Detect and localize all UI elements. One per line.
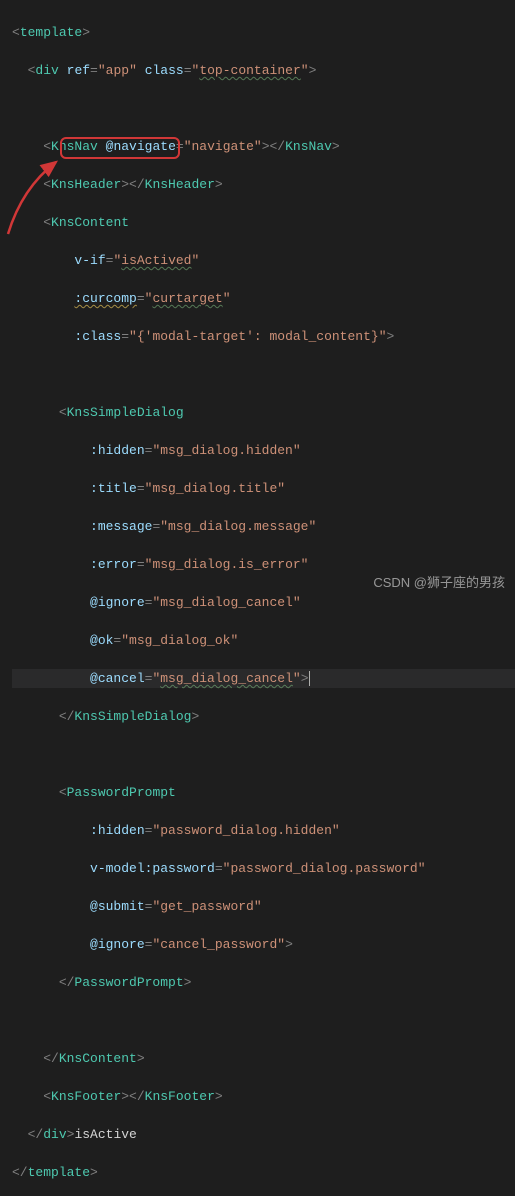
code-line: @ok="msg_dialog_ok" bbox=[12, 631, 515, 650]
code-line: <KnsHeader></KnsHeader> bbox=[12, 175, 515, 194]
code-line: :error="msg_dialog.is_error" bbox=[12, 555, 515, 574]
code-line: </KnsContent> bbox=[12, 1049, 515, 1068]
code-line: <PasswordPrompt bbox=[12, 783, 515, 802]
code-line: :message="msg_dialog.message" bbox=[12, 517, 515, 536]
code-line: @ignore="cancel_password"> bbox=[12, 935, 515, 954]
code-line bbox=[12, 365, 515, 384]
code-line: v-model:password="password_dialog.passwo… bbox=[12, 859, 515, 878]
code-line: :hidden="password_dialog.hidden" bbox=[12, 821, 515, 840]
code-line: </div>isActive bbox=[12, 1125, 515, 1144]
code-line: <KnsSimpleDialog bbox=[12, 403, 515, 422]
code-line: </KnsSimpleDialog> bbox=[12, 707, 515, 726]
text-cursor bbox=[309, 671, 310, 686]
code-line: <template> bbox=[12, 23, 515, 42]
code-line: <KnsContent bbox=[12, 213, 515, 232]
code-line: <KnsFooter></KnsFooter> bbox=[12, 1087, 515, 1106]
code-line: <div ref="app" class="top-container"> bbox=[12, 61, 515, 80]
code-line bbox=[12, 1011, 515, 1030]
code-line: :hidden="msg_dialog.hidden" bbox=[12, 441, 515, 460]
code-line: </PasswordPrompt> bbox=[12, 973, 515, 992]
code-line-highlighted: @cancel="msg_dialog_cancel"> bbox=[12, 669, 515, 688]
code-line bbox=[12, 99, 515, 118]
code-line: :class="{'modal-target': modal_content}"… bbox=[12, 327, 515, 346]
code-line: @submit="get_password" bbox=[12, 897, 515, 916]
code-line: @ignore="msg_dialog_cancel" bbox=[12, 593, 515, 612]
code-line bbox=[12, 745, 515, 764]
code-editor[interactable]: <template> <div ref="app" class="top-con… bbox=[0, 0, 515, 1196]
code-line: :title="msg_dialog.title" bbox=[12, 479, 515, 498]
code-line: :curcomp="curtarget" bbox=[12, 289, 515, 308]
code-line: <KnsNav @navigate="navigate"></KnsNav> bbox=[12, 137, 515, 156]
code-line: </template> bbox=[12, 1163, 515, 1182]
code-line: v-if="isActived" bbox=[12, 251, 515, 270]
watermark-text: CSDN @狮子座的男孩 bbox=[373, 573, 505, 592]
